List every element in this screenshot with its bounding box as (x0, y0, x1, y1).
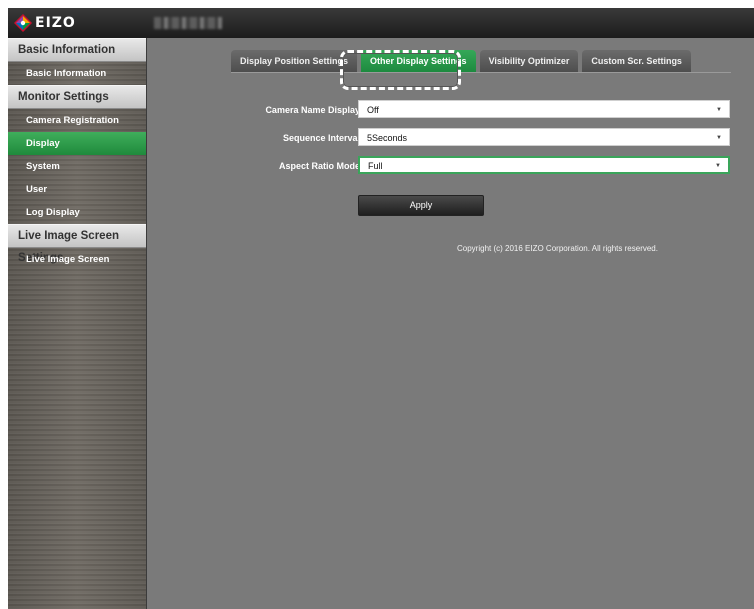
tab-display-position-settings[interactable]: Display Position Settings (231, 50, 358, 72)
camera-name-display-value: Off (367, 105, 379, 115)
eizo-logo-icon (14, 14, 32, 32)
sidebar-item-user[interactable]: User (8, 178, 146, 201)
aspect-ratio-mode-value: Full (368, 161, 383, 171)
sidebar-group-basic-information[interactable]: Basic Information (8, 38, 146, 62)
sidebar-group-monitor-settings[interactable]: Monitor Settings (8, 85, 146, 109)
apply-button[interactable]: Apply (358, 195, 484, 216)
tab-divider (231, 72, 731, 73)
sidebar-item-log-display[interactable]: Log Display (8, 201, 146, 224)
tab-bar: Display Position Settings Other Display … (231, 50, 695, 72)
sidebar-item-live-image-screen[interactable]: Live Image Screen (8, 248, 146, 271)
sidebar-item-camera-registration[interactable]: Camera Registration (8, 109, 146, 132)
form-row-camera-name-display: Camera Name Display Off ▼ (147, 100, 754, 120)
callout-highlight (340, 50, 461, 90)
copyright-text: Copyright (c) 2016 EIZO Corporation. All… (457, 244, 658, 253)
chevron-down-icon: ▼ (716, 107, 722, 113)
app-window: EIZO Basic Information Basic Information… (8, 8, 754, 609)
sequence-interval-label: Sequence Interval (282, 133, 360, 143)
top-bar: EIZO (8, 8, 754, 38)
form-row-sequence-interval: Sequence Interval 5Seconds ▼ (147, 128, 754, 148)
tab-custom-scr-settings[interactable]: Custom Scr. Settings (582, 50, 691, 72)
brand-logo: EIZO (14, 13, 76, 33)
tab-visibility-optimizer[interactable]: Visibility Optimizer (479, 50, 579, 72)
camera-name-display-label: Camera Name Display (265, 105, 360, 115)
sidebar-item-basic-information[interactable]: Basic Information (8, 62, 146, 85)
brand-name: EIZO (35, 15, 76, 31)
sequence-interval-select[interactable]: 5Seconds ▼ (358, 128, 730, 146)
sidebar: Basic Information Basic Information Moni… (8, 38, 147, 609)
form-row-aspect-ratio-mode: Aspect Ratio Mode Full ▼ (147, 156, 754, 176)
aspect-ratio-mode-select[interactable]: Full ▼ (358, 156, 730, 174)
sidebar-group-live-image-screen-settings[interactable]: Live Image Screen Settings (8, 224, 146, 264)
sequence-interval-value: 5Seconds (367, 133, 408, 143)
aspect-ratio-mode-label: Aspect Ratio Mode (278, 161, 360, 171)
sidebar-item-system[interactable]: System (8, 155, 146, 178)
main-panel: Display Position Settings Other Display … (147, 38, 754, 609)
camera-name-display-select[interactable]: Off ▼ (358, 100, 730, 118)
blurred-window-title (154, 17, 222, 29)
sidebar-item-display[interactable]: Display (8, 132, 146, 155)
chevron-down-icon: ▼ (715, 163, 721, 169)
chevron-down-icon: ▼ (716, 135, 722, 141)
